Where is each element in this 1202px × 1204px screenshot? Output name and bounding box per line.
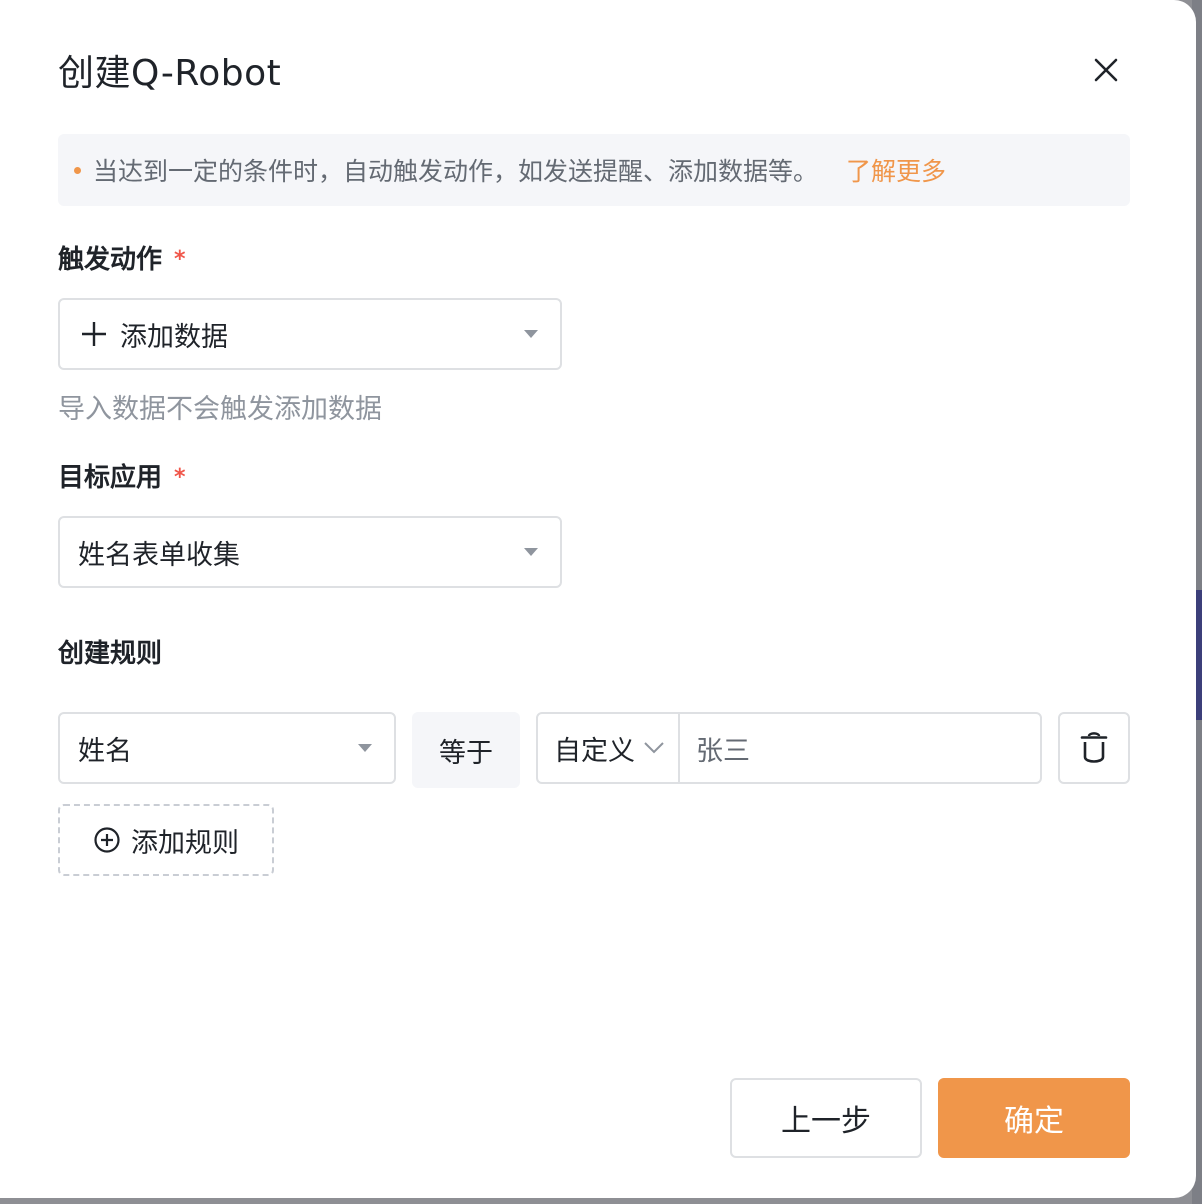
create-robot-dialog: 创建Q-Robot 当达到一定的条件时，自动触发动作，如发送提醒、添加数据等。 … (0, 0, 1196, 1198)
info-notice: 当达到一定的条件时，自动触发动作，如发送提醒、添加数据等。 了解更多 (58, 134, 1130, 206)
rule-value-input[interactable] (680, 714, 1040, 782)
add-rule-button[interactable]: 添加规则 (58, 804, 274, 876)
learn-more-link[interactable]: 了解更多 (846, 152, 946, 188)
target-app-value: 姓名表单收集 (78, 539, 240, 571)
trigger-action-select[interactable]: 添加数据 (58, 298, 562, 370)
confirm-button[interactable]: 确定 (938, 1078, 1130, 1158)
rule-value-type: 自定义 (554, 735, 635, 767)
caret-down-icon (524, 330, 538, 338)
rule-value-combo: 自定义 (536, 712, 1042, 784)
close-button[interactable] (1086, 50, 1126, 90)
chevron-down-icon (644, 742, 664, 754)
rule-field-select[interactable]: 姓名 (58, 712, 396, 784)
required-mark: * (174, 465, 186, 490)
add-rule-label: 添加规则 (131, 827, 239, 859)
rule-field-value: 姓名 (78, 735, 132, 767)
target-app-label: 目标应用 * (58, 460, 186, 496)
notice-dot (74, 166, 81, 174)
trigger-action-label: 触发动作 * (58, 242, 186, 278)
delete-rule-button[interactable] (1058, 712, 1130, 784)
create-rules-label: 创建规则 (58, 639, 163, 669)
plus-icon (82, 322, 106, 346)
required-mark: * (174, 247, 186, 272)
rule-value-type-select[interactable]: 自定义 (538, 714, 680, 782)
trigger-helper-text: 导入数据不会触发添加数据 (58, 394, 382, 425)
trash-icon (1080, 732, 1108, 763)
notice-text: 当达到一定的条件时，自动触发动作，如发送提醒、添加数据等。 (93, 157, 819, 186)
trigger-action-label-text: 触发动作 (58, 245, 163, 275)
caret-down-icon (358, 744, 372, 752)
trigger-action-value: 添加数据 (120, 321, 228, 353)
target-app-select[interactable]: 姓名表单收集 (58, 516, 562, 588)
target-app-label-text: 目标应用 (58, 463, 163, 493)
dialog-title: 创建Q-Robot (58, 53, 282, 94)
previous-step-button[interactable]: 上一步 (730, 1078, 922, 1158)
plus-circle-icon (94, 827, 120, 853)
close-icon (1094, 58, 1118, 82)
rule-operator: 等于 (412, 712, 520, 788)
caret-down-icon (524, 548, 538, 556)
